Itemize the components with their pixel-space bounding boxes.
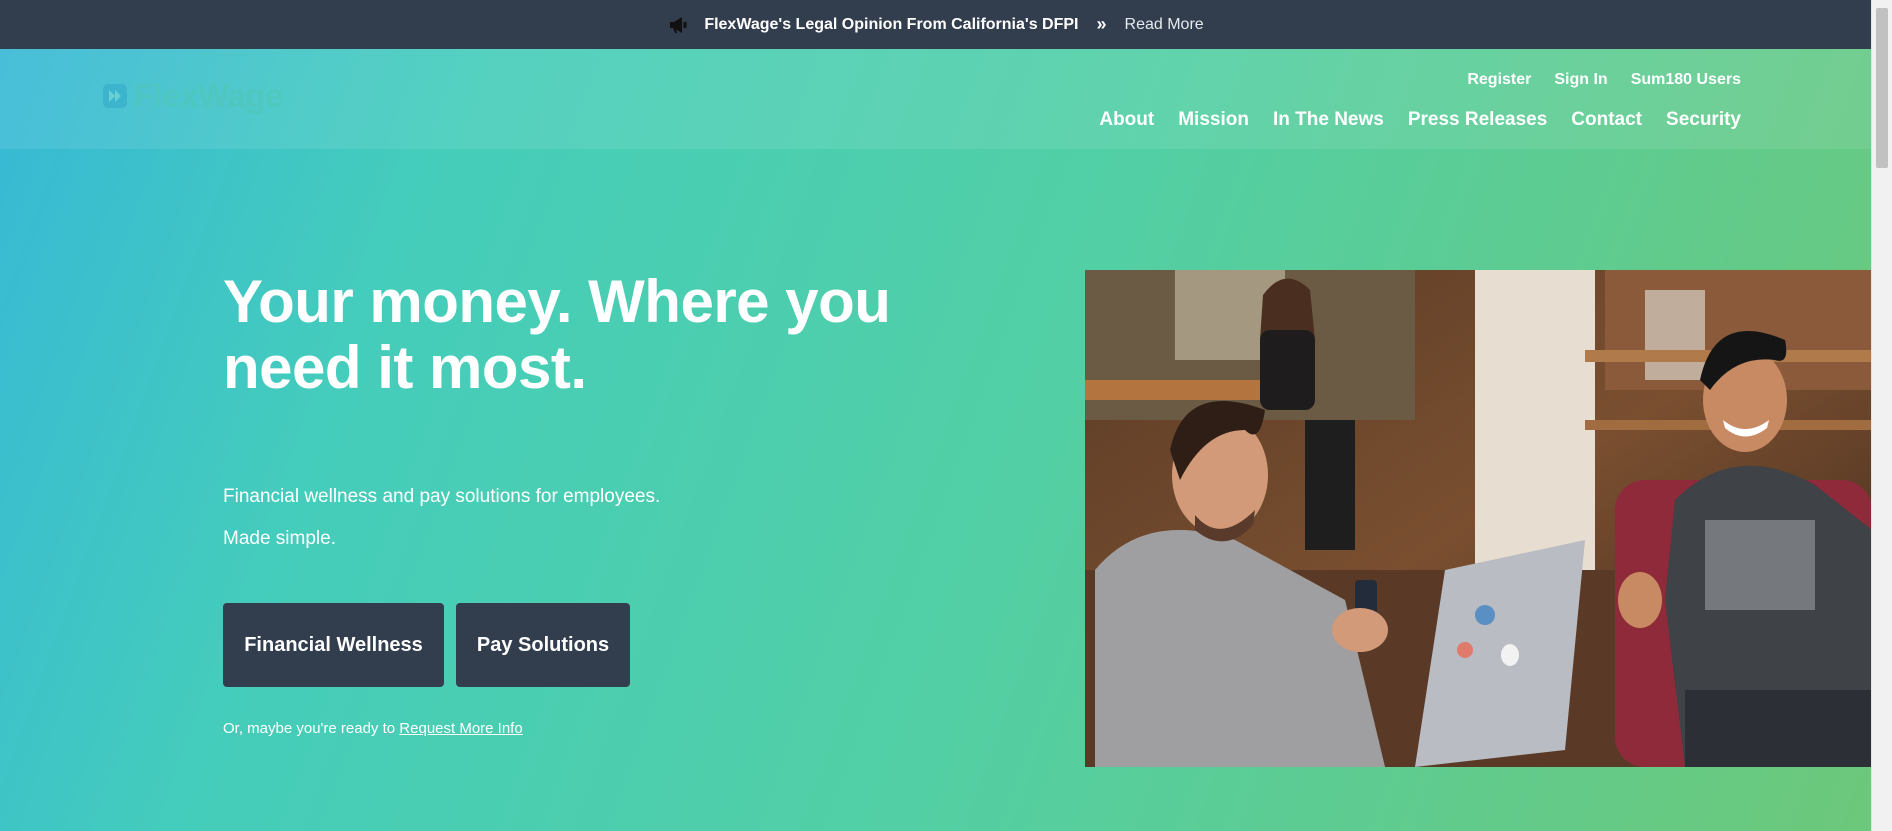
hero-photo: [1085, 270, 1872, 767]
hero-photo-illustration: [1085, 270, 1872, 767]
megaphone-icon: [668, 15, 690, 35]
nav-press-releases[interactable]: Press Releases: [1408, 109, 1547, 131]
hero-subtitle: Financial wellness and pay solutions for…: [223, 486, 661, 507]
logo-play-icon: [102, 83, 128, 109]
nav-about[interactable]: About: [1099, 109, 1154, 131]
page-scrollbar[interactable]: [1871, 0, 1892, 831]
nav-contact[interactable]: Contact: [1571, 109, 1642, 131]
more-info-prefix: Or, maybe you're ready to: [223, 720, 396, 737]
announcement-bar: FlexWage's Legal Opinion From California…: [0, 0, 1872, 49]
flexwage-logo[interactable]: FlexWage: [102, 77, 283, 115]
read-more-link[interactable]: Read More: [1125, 16, 1204, 34]
announcement-separator: »: [1096, 14, 1107, 34]
financial-wellness-button[interactable]: Financial Wellness: [223, 603, 444, 687]
scrollbar-thumb[interactable]: [1876, 8, 1888, 168]
hero-section: FlexWage Register Sign In Sum180 Users A…: [0, 49, 1872, 831]
hero-title: Your money. Where you need it most.: [223, 268, 891, 401]
register-link[interactable]: Register: [1467, 71, 1531, 89]
main-nav: About Mission In The News Press Releases…: [1099, 109, 1741, 131]
hero-subtitle-2: Made simple.: [223, 528, 336, 549]
sign-in-link[interactable]: Sign In: [1554, 71, 1607, 89]
nav-mission[interactable]: Mission: [1178, 109, 1249, 131]
site-header: FlexWage Register Sign In Sum180 Users A…: [0, 49, 1872, 149]
sum180-users-link[interactable]: Sum180 Users: [1631, 71, 1741, 89]
announcement-headline: FlexWage's Legal Opinion From California…: [704, 15, 1079, 33]
utility-nav: Register Sign In Sum180 Users: [1467, 71, 1741, 89]
logo-text: FlexWage: [134, 77, 283, 114]
nav-in-the-news[interactable]: In The News: [1273, 109, 1384, 131]
more-info-text: Or, maybe you're ready to Request More I…: [223, 720, 523, 737]
request-more-info-link[interactable]: Request More Info: [399, 720, 522, 737]
nav-security[interactable]: Security: [1666, 109, 1741, 131]
pay-solutions-button[interactable]: Pay Solutions: [456, 603, 630, 687]
